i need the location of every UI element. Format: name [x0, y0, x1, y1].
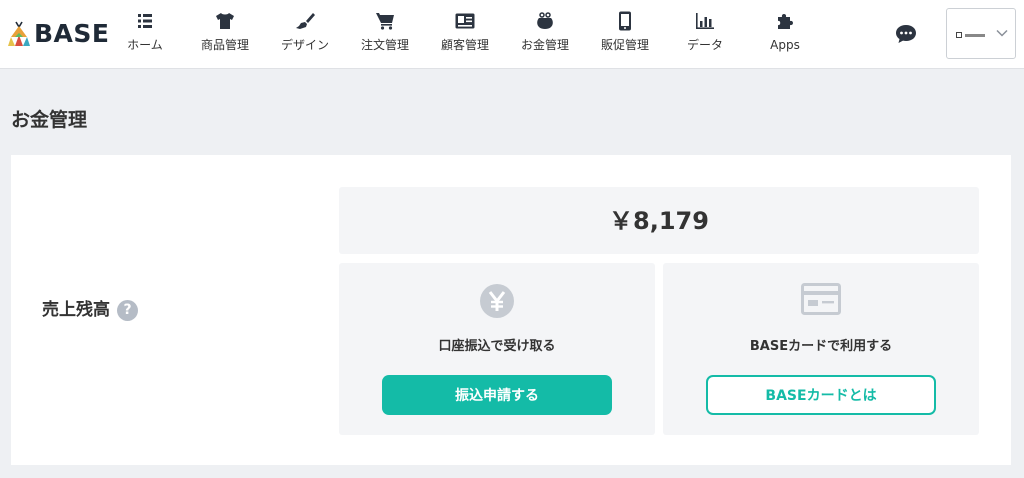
nav-item-home[interactable]: ホーム: [105, 10, 185, 60]
tshirt-icon: [215, 10, 235, 32]
sales-balance-card: 売上残高 ? ￥8,179 口座振込で受け取る 振込申請する BASEカードで利…: [11, 155, 1011, 465]
nav-item-apps[interactable]: Apps: [745, 10, 825, 60]
nav-item-data[interactable]: データ: [665, 10, 745, 60]
yen-icon: [479, 283, 515, 319]
nav-item-design[interactable]: デザイン: [265, 10, 345, 60]
balance-box: ￥8,179: [339, 187, 979, 254]
nav-label: Apps: [770, 38, 800, 52]
bank-transfer-option: 口座振込で受け取る 振込申請する: [339, 263, 655, 435]
nav-item-money[interactable]: お金管理: [505, 10, 585, 60]
base-card-option: BASEカードで利用する BASEカードとは: [663, 263, 979, 435]
chat-bubble-icon: [896, 25, 916, 43]
nav-label: 顧客管理: [440, 38, 489, 52]
nav-item-customers[interactable]: 顧客管理: [425, 10, 505, 60]
smartphone-icon: [618, 10, 632, 32]
shop-logo: [956, 30, 988, 40]
cart-icon: [375, 10, 395, 32]
brand-name: BASE: [34, 19, 110, 48]
help-icon[interactable]: ?: [117, 299, 138, 321]
chat-button[interactable]: [894, 22, 918, 46]
nav-item-promotion[interactable]: 販促管理: [585, 10, 665, 60]
chevron-down-icon: [996, 29, 1008, 37]
puzzle-icon: [776, 10, 794, 32]
transfer-request-button[interactable]: 振込申請する: [382, 375, 612, 415]
base-logo[interactable]: BASE: [8, 20, 110, 48]
credit-card-icon: [801, 283, 841, 315]
teepee-logo-icon: [8, 21, 30, 46]
page-title: お金管理: [11, 109, 88, 131]
coin-purse-icon: [535, 10, 555, 32]
nav-label: 注文管理: [360, 38, 409, 52]
nav-label: デザイン: [280, 38, 329, 52]
nav-label: データ: [686, 38, 723, 52]
top-header: BASE ホーム 商品管理 デザイン 注文管理 顧客管理 お金管理 販促管理 デ…: [0, 0, 1024, 69]
base-card-info-button[interactable]: BASEカードとは: [706, 375, 936, 415]
sales-balance-label: 売上残高 ?: [42, 298, 138, 322]
bar-chart-icon: [696, 10, 714, 32]
sales-balance-text: 売上残高: [42, 300, 110, 320]
nav-item-products[interactable]: 商品管理: [185, 10, 265, 60]
nav-label: お金管理: [520, 38, 569, 52]
nav-label: ホーム: [127, 38, 163, 52]
bank-transfer-title: 口座振込で受け取る: [438, 339, 556, 354]
nav-label: 販促管理: [600, 38, 649, 52]
paintbrush-icon: [295, 10, 315, 32]
id-card-icon: [455, 10, 475, 32]
balance-amount: ￥8,179: [609, 206, 709, 235]
nav-item-orders[interactable]: 注文管理: [345, 10, 425, 60]
shop-selector[interactable]: [946, 8, 1016, 59]
base-card-title: BASEカードで利用する: [749, 339, 893, 354]
list-icon: [137, 10, 153, 32]
nav-label: 商品管理: [200, 38, 249, 52]
